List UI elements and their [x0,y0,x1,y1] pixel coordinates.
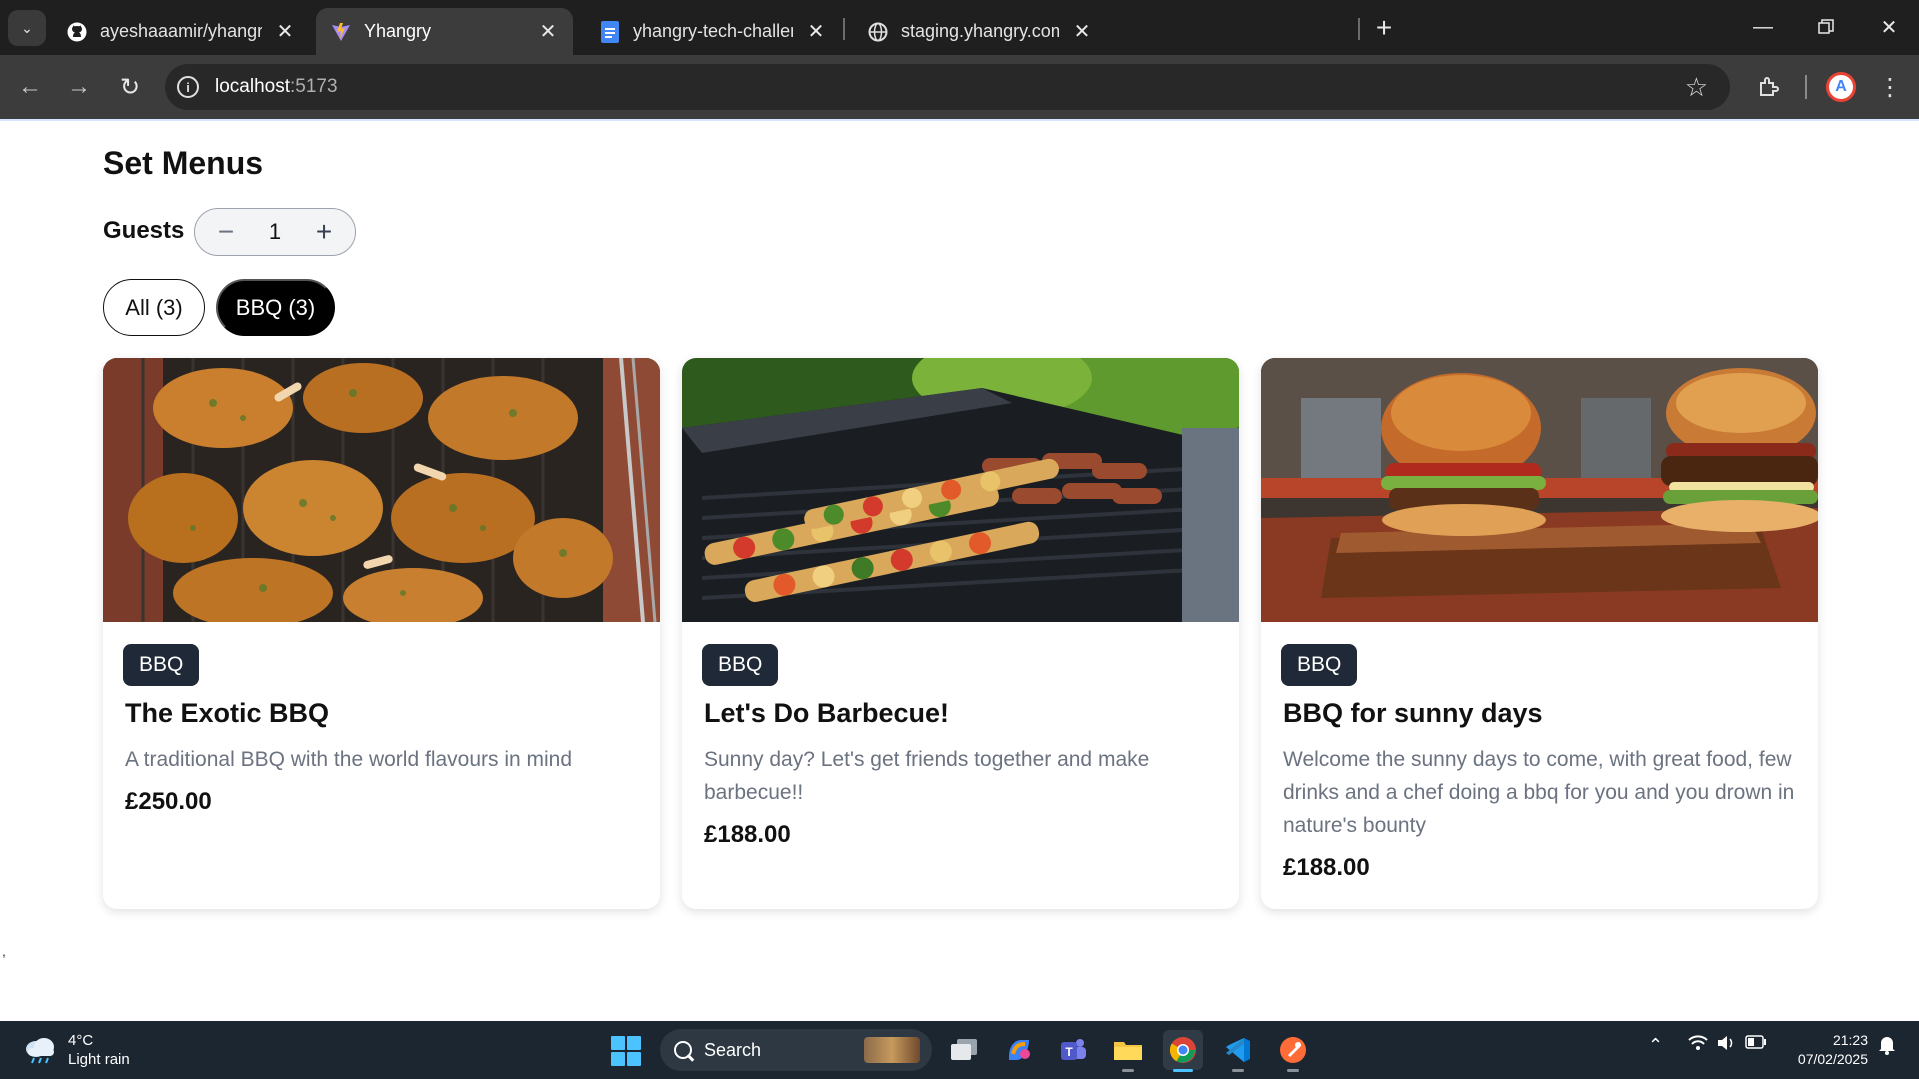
card-description: Sunny day? Let's get friends together an… [704,748,1150,804]
category-badge: BBQ [1281,644,1358,686]
search-highlight-image [864,1037,920,1063]
card-title: Let's Do Barbecue! [704,698,949,728]
page-title: Set Menus [103,145,264,181]
decrement-button[interactable]: − [211,216,241,248]
card-price: £188.00 [1283,854,1370,881]
tab-github[interactable]: ayeshaaamir/yhangry-test: Tech ✕ [52,8,310,55]
avatar: A [1826,72,1856,102]
card-body: BBQ Let's Do Barbecue! Sunny day? Let's … [682,622,1239,849]
globe-icon [867,21,889,43]
new-tab-button[interactable]: + [1368,12,1400,44]
tab-separator [843,18,845,40]
close-icon[interactable]: ✕ [274,21,296,43]
category-badge: BBQ [123,644,200,686]
windows-taskbar: 4°C Light rain Search T ⌃ 21:23 07/02/20… [0,1021,1919,1079]
menu-card[interactable]: BBQ BBQ for sunny days Welcome the sunny… [1261,358,1818,909]
postman-icon[interactable] [1273,1030,1313,1072]
increment-button[interactable]: + [309,216,339,248]
filter-bbq[interactable]: BBQ (3) [216,279,335,336]
extensions-icon[interactable] [1750,69,1786,105]
skewers-and-sausages-on-grill-image [682,358,1239,622]
tab-title: yhangry-tech-challenge - Goog [633,21,793,41]
reload-icon[interactable]: ↻ [114,71,146,103]
tab-title: ayeshaaamir/yhangry-test: Tech [100,21,262,41]
teams-icon[interactable]: T [1053,1030,1093,1070]
card-body: BBQ BBQ for sunny days Welcome the sunny… [1261,622,1818,882]
profile-avatar[interactable]: A [1823,69,1859,105]
browser-tab-bar: ⌄ ayeshaaamir/yhangry-test: Tech ✕ Yhang… [0,0,1919,55]
search-icon [674,1041,692,1059]
clock-time: 21:23 [1832,1032,1868,1048]
system-clock[interactable]: 21:23 07/02/2025 [1782,1031,1868,1069]
url-text: localhost:5173 [215,76,338,97]
weather-temperature: 4°C [68,1032,94,1049]
chevron-down-icon: ⌄ [21,19,33,36]
back-arrow-icon[interactable]: ← [14,71,46,103]
restore-icon[interactable] [1806,10,1846,44]
card-price: £188.00 [704,821,791,848]
guests-count[interactable]: 1 [269,219,281,245]
close-icon[interactable]: ✕ [1071,21,1093,43]
search-label: Search [704,1039,762,1060]
taskbar-search[interactable]: Search [660,1029,932,1071]
address-bar[interactable]: i localhost:5173 ☆ [165,64,1730,110]
tab-title: staging.yhangry.com/booking/t [901,21,1059,41]
bookmark-star-icon[interactable]: ☆ [1685,72,1708,103]
rain-cloud-icon [26,1038,54,1064]
site-info-icon[interactable]: i [177,76,199,98]
clock-date: 07/02/2025 [1797,1051,1868,1067]
weather-widget[interactable]: 4°C Light rain [22,1031,130,1069]
card-price: £250.00 [125,788,212,815]
browser-toolbar: ← → ↻ i localhost:5173 ☆ A ⋮ [0,55,1919,119]
tab-separator [1358,18,1360,40]
copilot-icon[interactable] [999,1030,1039,1070]
tab-search-button[interactable]: ⌄ [8,10,46,46]
grilled-lamb-chops-image [103,358,660,622]
task-view-icon[interactable] [944,1030,984,1070]
vite-icon [330,21,352,43]
close-icon[interactable]: ✕ [537,21,559,43]
filter-all[interactable]: All (3) [103,279,205,336]
card-title: BBQ for sunny days [1283,698,1543,728]
card-description: A traditional BBQ with the world flavour… [125,748,573,771]
notification-bell-icon[interactable] [1878,1035,1896,1055]
close-icon[interactable]: ✕ [805,21,827,43]
svg-text:T: T [1065,1045,1073,1059]
toolbar-divider [1805,75,1807,99]
github-icon [66,21,88,43]
chrome-icon[interactable] [1163,1030,1203,1072]
battery-icon[interactable] [1745,1035,1767,1049]
minimize-icon[interactable]: — [1743,10,1783,44]
vscode-icon[interactable] [1218,1030,1258,1072]
windows-start-icon[interactable] [611,1036,641,1066]
guests-stepper: − 1 + [194,208,356,256]
card-title: The Exotic BBQ [125,698,330,728]
forward-arrow-icon[interactable]: → [63,71,95,103]
card-body: BBQ The Exotic BBQ A traditional BBQ wit… [103,622,660,816]
burgers-on-wooden-board-image [1261,358,1818,622]
tab-google-docs[interactable]: yhangry-tech-challenge - Goog ✕ [585,8,841,55]
volume-icon[interactable] [1716,1035,1736,1051]
category-badge: BBQ [702,644,779,686]
page-content: Set Menus Guests − 1 + All (3) BBQ (3) B… [0,121,1919,1021]
tab-title: Yhangry [364,21,432,41]
card-description: Welcome the sunny days to come, with gre… [1283,748,1795,837]
window-close-icon[interactable]: ✕ [1869,10,1909,44]
menu-card[interactable]: BBQ The Exotic BBQ A traditional BBQ wit… [103,358,660,909]
tab-staging[interactable]: staging.yhangry.com/booking/t ✕ [853,8,1107,55]
guests-label: Guests [103,217,185,244]
more-options-icon[interactable]: ⋮ [1875,69,1905,105]
weather-description: Light rain [68,1051,130,1068]
google-docs-icon [599,20,621,43]
wifi-icon[interactable] [1688,1035,1708,1051]
menu-card[interactable]: BBQ Let's Do Barbecue! Sunny day? Let's … [682,358,1239,909]
tab-yhangry[interactable]: Yhangry ✕ [316,8,573,55]
file-explorer-icon[interactable] [1108,1030,1148,1072]
stray-comma: , [2,943,6,959]
chevron-up-icon[interactable]: ⌃ [1648,1035,1663,1056]
